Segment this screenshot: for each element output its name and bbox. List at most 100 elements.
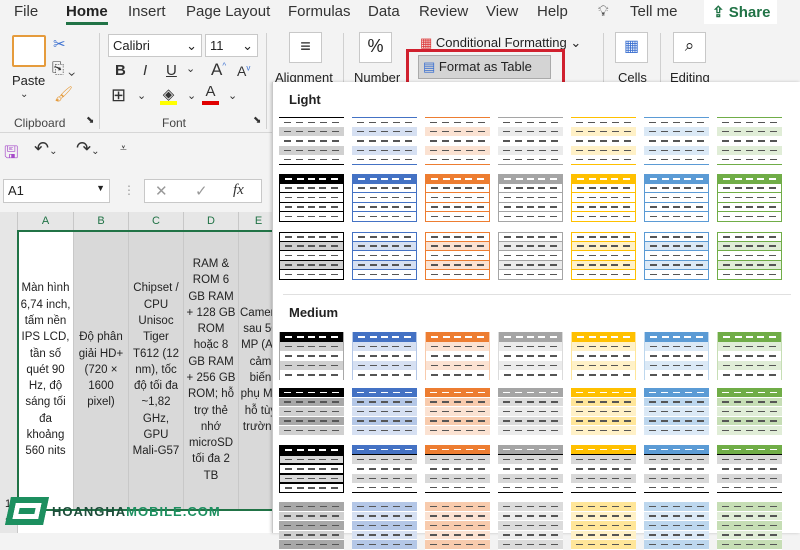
table-style-grid-banded[interactable] <box>571 388 636 436</box>
table-style-header-line-banded[interactable] <box>717 445 782 493</box>
cut-icon[interactable]: ✂ <box>53 35 66 53</box>
table-style-header-line-banded[interactable] <box>571 445 636 493</box>
table-style-banded-lines[interactable] <box>571 117 636 165</box>
table-style-header-banded[interactable] <box>644 332 709 380</box>
table-style-header-banded[interactable] <box>279 332 344 380</box>
table-style-grid[interactable] <box>717 232 782 280</box>
column-header[interactable]: B <box>74 212 129 230</box>
borders-icon[interactable]: ⊞ <box>111 85 126 106</box>
column-header[interactable]: C <box>129 212 184 230</box>
table-style-banded-lines[interactable] <box>498 117 563 165</box>
chevron-down-icon[interactable]: ⌄ <box>20 89 28 100</box>
table-style-header-bordered[interactable] <box>279 174 344 222</box>
underline-button[interactable]: U <box>166 62 177 79</box>
table-style-header-bordered[interactable] <box>425 174 490 222</box>
table-style-header-banded[interactable] <box>571 332 636 380</box>
italic-button[interactable]: I <box>143 62 147 79</box>
name-box[interactable]: A1 ▼ <box>3 179 110 203</box>
cell-a1[interactable]: Màn hình 6,74 inch, tấm nền IPS LCD, tần… <box>18 230 74 510</box>
tab-file[interactable]: File <box>14 3 38 20</box>
table-style-header-line-banded[interactable] <box>352 445 417 493</box>
table-style-banded-lines[interactable] <box>425 117 490 165</box>
table-style-grid[interactable] <box>425 232 490 280</box>
table-style-grid[interactable] <box>498 232 563 280</box>
table-style-grid-light[interactable] <box>425 502 490 550</box>
table-style-header-bordered[interactable] <box>571 174 636 222</box>
drag-handle-icon[interactable]: ⋮ <box>123 183 135 197</box>
table-style-grid[interactable] <box>352 232 417 280</box>
tab-view[interactable]: View <box>486 3 518 20</box>
dialog-launcher-icon[interactable]: ⬊ <box>253 115 261 126</box>
increase-font-icon[interactable]: A^ <box>211 60 226 80</box>
chevron-down-icon[interactable]: ⌄ <box>228 89 237 102</box>
table-style-grid[interactable] <box>571 232 636 280</box>
tab-review[interactable]: Review <box>419 3 468 20</box>
table-style-grid-banded[interactable] <box>644 388 709 436</box>
table-style-banded-lines[interactable] <box>644 117 709 165</box>
paste-button[interactable]: Paste <box>12 73 45 88</box>
save-icon[interactable]: 🖫 <box>4 140 18 169</box>
fill-color-icon[interactable]: ◈ <box>160 85 177 105</box>
table-style-header-banded[interactable] <box>717 332 782 380</box>
paste-icon[interactable] <box>12 35 46 67</box>
table-style-header-line-banded[interactable] <box>498 445 563 493</box>
table-style-banded-lines[interactable] <box>279 117 344 165</box>
table-style-banded-lines[interactable] <box>717 117 782 165</box>
chevron-down-icon[interactable]: ⌄ <box>186 62 195 75</box>
table-style-header-bordered[interactable] <box>644 174 709 222</box>
table-style-header-banded[interactable] <box>425 332 490 380</box>
table-style-grid[interactable] <box>644 232 709 280</box>
share-button[interactable]: ⇪ Share <box>704 0 777 24</box>
tab-insert[interactable]: Insert <box>128 3 166 20</box>
cell-d1[interactable]: RAM & ROM 6 GB RAM + 128 GB ROM hoặc 8 G… <box>184 230 239 510</box>
chevron-down-icon[interactable]: ⌄ <box>187 89 196 102</box>
table-style-grid-banded[interactable] <box>352 388 417 436</box>
table-style-grid-banded[interactable] <box>279 388 344 436</box>
table-style-grid-light[interactable] <box>717 502 782 550</box>
redo-icon[interactable]: ↷⌄ <box>76 138 99 159</box>
table-style-header-bordered[interactable] <box>352 174 417 222</box>
table-style-header-banded[interactable] <box>498 332 563 380</box>
table-style-header-line-banded[interactable] <box>425 445 490 493</box>
tab-help[interactable]: Help <box>537 3 568 20</box>
tab-home[interactable]: Home <box>66 3 108 25</box>
table-style-header-bordered[interactable] <box>498 174 563 222</box>
insert-function-icon[interactable]: fx <box>233 182 244 199</box>
format-painter-icon[interactable]: 🖌︎ <box>54 85 73 103</box>
table-style-grid-light[interactable] <box>498 502 563 550</box>
copy-icon[interactable]: ⎘ ⌄ <box>52 60 75 77</box>
table-style-grid-light[interactable] <box>571 502 636 550</box>
column-header[interactable]: D <box>184 212 239 230</box>
table-style-grid-light[interactable] <box>644 502 709 550</box>
undo-icon[interactable]: ↶⌄ <box>34 138 57 159</box>
alignment-icon[interactable]: ≡ <box>289 32 322 63</box>
bold-button[interactable]: B <box>115 62 126 79</box>
tab-data[interactable]: Data <box>368 3 400 20</box>
tab-formulas[interactable]: Formulas <box>288 3 351 20</box>
table-style-grid[interactable] <box>279 232 344 280</box>
search-icon[interactable]: ⌕ <box>673 32 706 63</box>
tell-me-search[interactable]: Tell me <box>630 3 678 20</box>
percent-icon[interactable]: % <box>359 32 392 63</box>
cancel-icon[interactable]: ✕ <box>155 182 168 200</box>
enter-icon[interactable]: ✓ <box>195 182 208 200</box>
decrease-font-icon[interactable]: Av <box>237 63 250 79</box>
table-style-header-line-banded[interactable] <box>279 445 344 493</box>
table-style-grid-light[interactable] <box>352 502 417 550</box>
tab-page-layout[interactable]: Page Layout <box>186 3 270 20</box>
table-style-grid-banded[interactable] <box>425 388 490 436</box>
table-style-banded-lines[interactable] <box>352 117 417 165</box>
font-color-icon[interactable]: A <box>202 83 219 105</box>
cell-b1[interactable]: Độ phân giải HD+ (720 × 1600 pixel) <box>74 230 129 510</box>
chevron-down-icon[interactable]: ⌄ <box>137 89 146 102</box>
select-all-corner[interactable] <box>0 212 18 230</box>
table-style-grid-banded[interactable] <box>498 388 563 436</box>
customize-toolbar-icon[interactable]: ⩡ <box>120 141 127 156</box>
table-style-header-banded[interactable] <box>352 332 417 380</box>
cells-icon[interactable]: ▦ <box>615 32 648 63</box>
table-style-header-line-banded[interactable] <box>644 445 709 493</box>
font-size-select[interactable]: 11 ⌄ <box>205 34 258 57</box>
table-style-grid-banded[interactable] <box>717 388 782 436</box>
font-name-select[interactable]: Calibri ⌄ <box>108 34 202 57</box>
table-style-grid-light[interactable] <box>279 502 344 550</box>
